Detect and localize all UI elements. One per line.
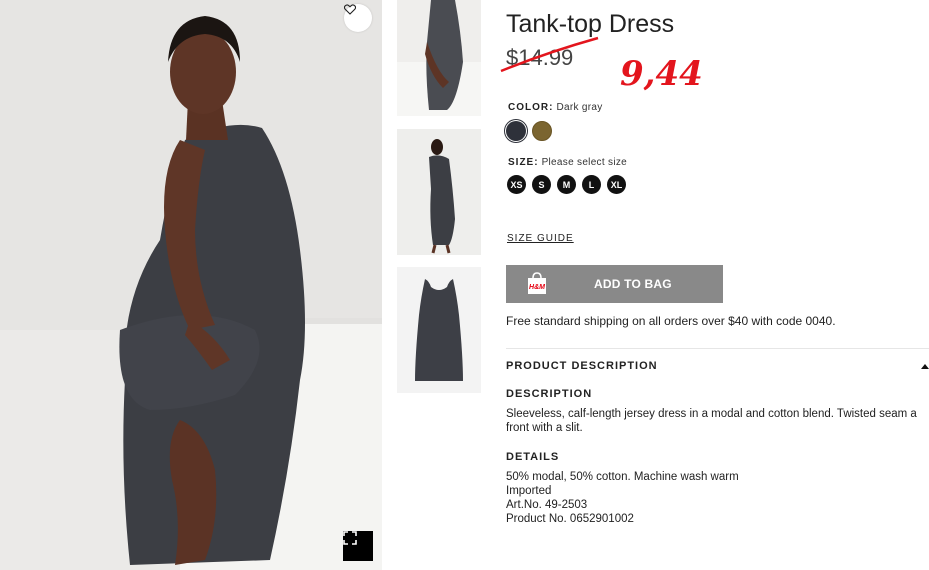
details-line-product-no: Product No. 0652901002: [506, 513, 634, 525]
thumbnail-3[interactable]: [397, 267, 481, 393]
bag-logo-text: H&M: [529, 284, 545, 291]
selected-color: Dark gray: [556, 102, 603, 113]
add-to-bag-label: ADD TO BAG: [594, 277, 672, 291]
add-to-bag-button[interactable]: H&M ADD TO BAG: [506, 265, 723, 303]
size-option-s[interactable]: S: [532, 175, 551, 194]
thumbnail-2[interactable]: [397, 129, 481, 255]
favorite-button[interactable]: [344, 4, 372, 32]
color-swatch-khaki[interactable]: [532, 121, 552, 141]
model-photo: [0, 0, 382, 570]
size-label: SIZE:: [508, 157, 539, 168]
color-label-line: COLOR: Dark gray: [508, 102, 603, 113]
shopping-bag-icon: H&M: [528, 272, 546, 294]
caret-up-icon[interactable]: [921, 364, 929, 369]
color-label: COLOR:: [508, 102, 554, 113]
price-strikethrough-mark: [500, 36, 599, 73]
fullscreen-button[interactable]: [343, 531, 373, 561]
color-swatch-dark-gray[interactable]: [506, 121, 526, 141]
fullscreen-icon: [343, 531, 357, 545]
size-option-xl[interactable]: XL: [607, 175, 626, 194]
price-annotation: 9,44: [620, 54, 703, 94]
details-line-art-no: Art.No. 49-2503: [506, 499, 588, 511]
size-guide-link[interactable]: SIZE GUIDE: [507, 233, 574, 244]
details-line-material: 50% modal, 50% cotton. Machine wash warm: [506, 471, 739, 483]
thumbnail-photo: [397, 0, 481, 116]
thumbnail-1[interactable]: [397, 0, 481, 116]
thumbnail-photo: [397, 129, 481, 255]
size-prompt: Please select size: [541, 157, 628, 168]
description-heading: DESCRIPTION: [506, 388, 593, 400]
main-product-image[interactable]: [0, 0, 382, 570]
shipping-note: Free standard shipping on all orders ove…: [506, 314, 836, 328]
size-label-line: SIZE: Please select size: [508, 157, 627, 168]
description-text-line: front with a slit.: [506, 422, 583, 434]
size-option-xs[interactable]: XS: [507, 175, 526, 194]
size-option-l[interactable]: L: [582, 175, 601, 194]
details-heading: DETAILS: [506, 451, 560, 463]
product-description-heading[interactable]: PRODUCT DESCRIPTION: [506, 360, 658, 372]
details-line-origin: Imported: [506, 485, 552, 497]
heart-icon: [344, 4, 356, 15]
divider: [506, 348, 929, 349]
description-text-line: Sleeveless, calf-length jersey dress in …: [506, 408, 917, 420]
size-option-m[interactable]: M: [557, 175, 576, 194]
thumbnail-photo: [397, 267, 481, 393]
